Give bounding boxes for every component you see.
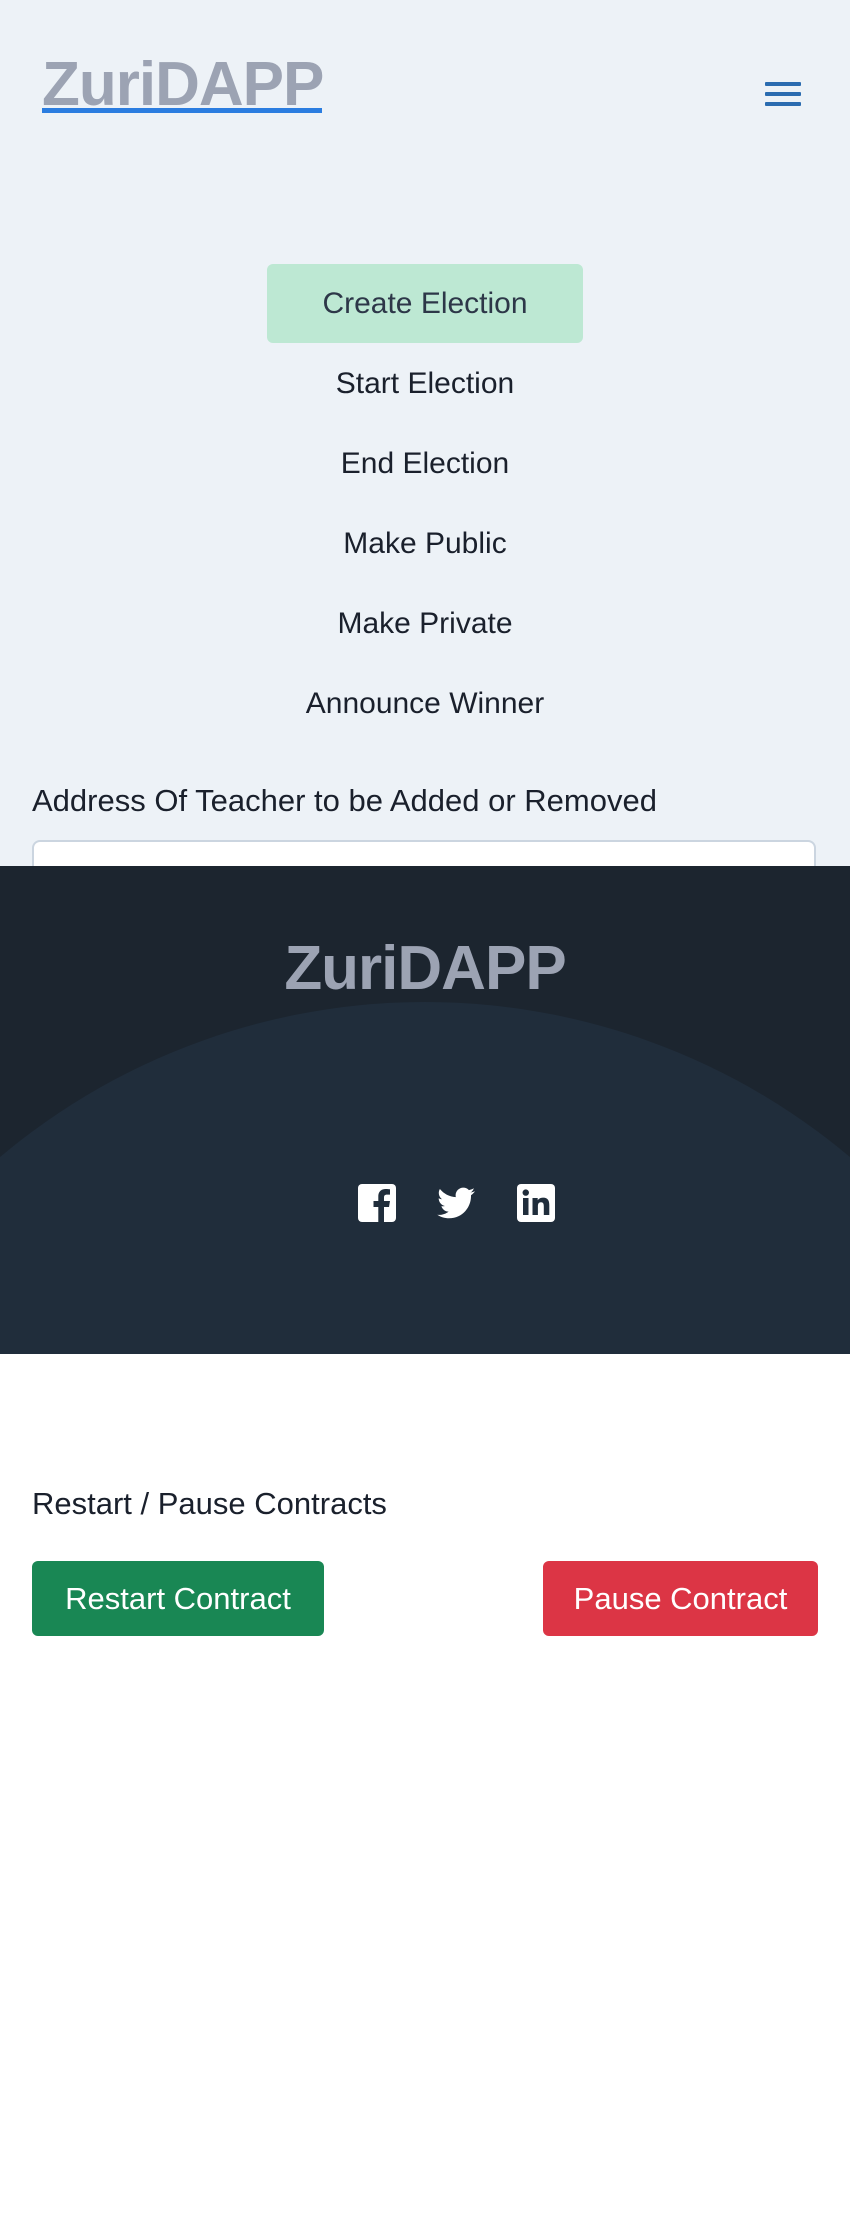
facebook-icon-graphic xyxy=(358,1184,396,1222)
hamburger-menu-icon[interactable] xyxy=(752,74,814,114)
linkedin-icon-graphic xyxy=(517,1184,555,1222)
linkedin-icon[interactable] xyxy=(516,1183,556,1223)
nav-item-start-election[interactable]: Start Election xyxy=(0,364,850,404)
contracts-section-label: Restart / Pause Contracts xyxy=(32,1486,387,1521)
teacher-address-label: Address Of Teacher to be Added or Remove… xyxy=(32,783,657,818)
nav-item-announce-winner[interactable]: Announce Winner xyxy=(0,684,850,724)
pause-contract-button[interactable]: Pause Contract xyxy=(543,1561,818,1636)
facebook-icon[interactable] xyxy=(357,1183,397,1223)
menu-bar xyxy=(765,92,801,96)
nav-item-create-election[interactable]: Create Election xyxy=(0,284,850,324)
twitter-icon-graphic xyxy=(437,1187,475,1219)
nav-item-end-election[interactable]: End Election xyxy=(0,444,850,484)
nav-item-make-private[interactable]: Make Private xyxy=(0,604,850,644)
site-footer: ZuriDAPP xyxy=(0,866,850,1354)
menu-bar xyxy=(765,102,801,106)
twitter-icon[interactable] xyxy=(436,1183,476,1223)
admin-panel xyxy=(0,0,850,866)
footer-arc-decoration xyxy=(0,1002,850,1354)
menu-bar xyxy=(765,82,801,86)
logo-underline xyxy=(42,108,322,113)
restart-contract-button[interactable]: Restart Contract xyxy=(32,1561,324,1636)
nav-item-make-public[interactable]: Make Public xyxy=(0,524,850,564)
footer-logo[interactable]: ZuriDAPP xyxy=(0,934,850,1004)
